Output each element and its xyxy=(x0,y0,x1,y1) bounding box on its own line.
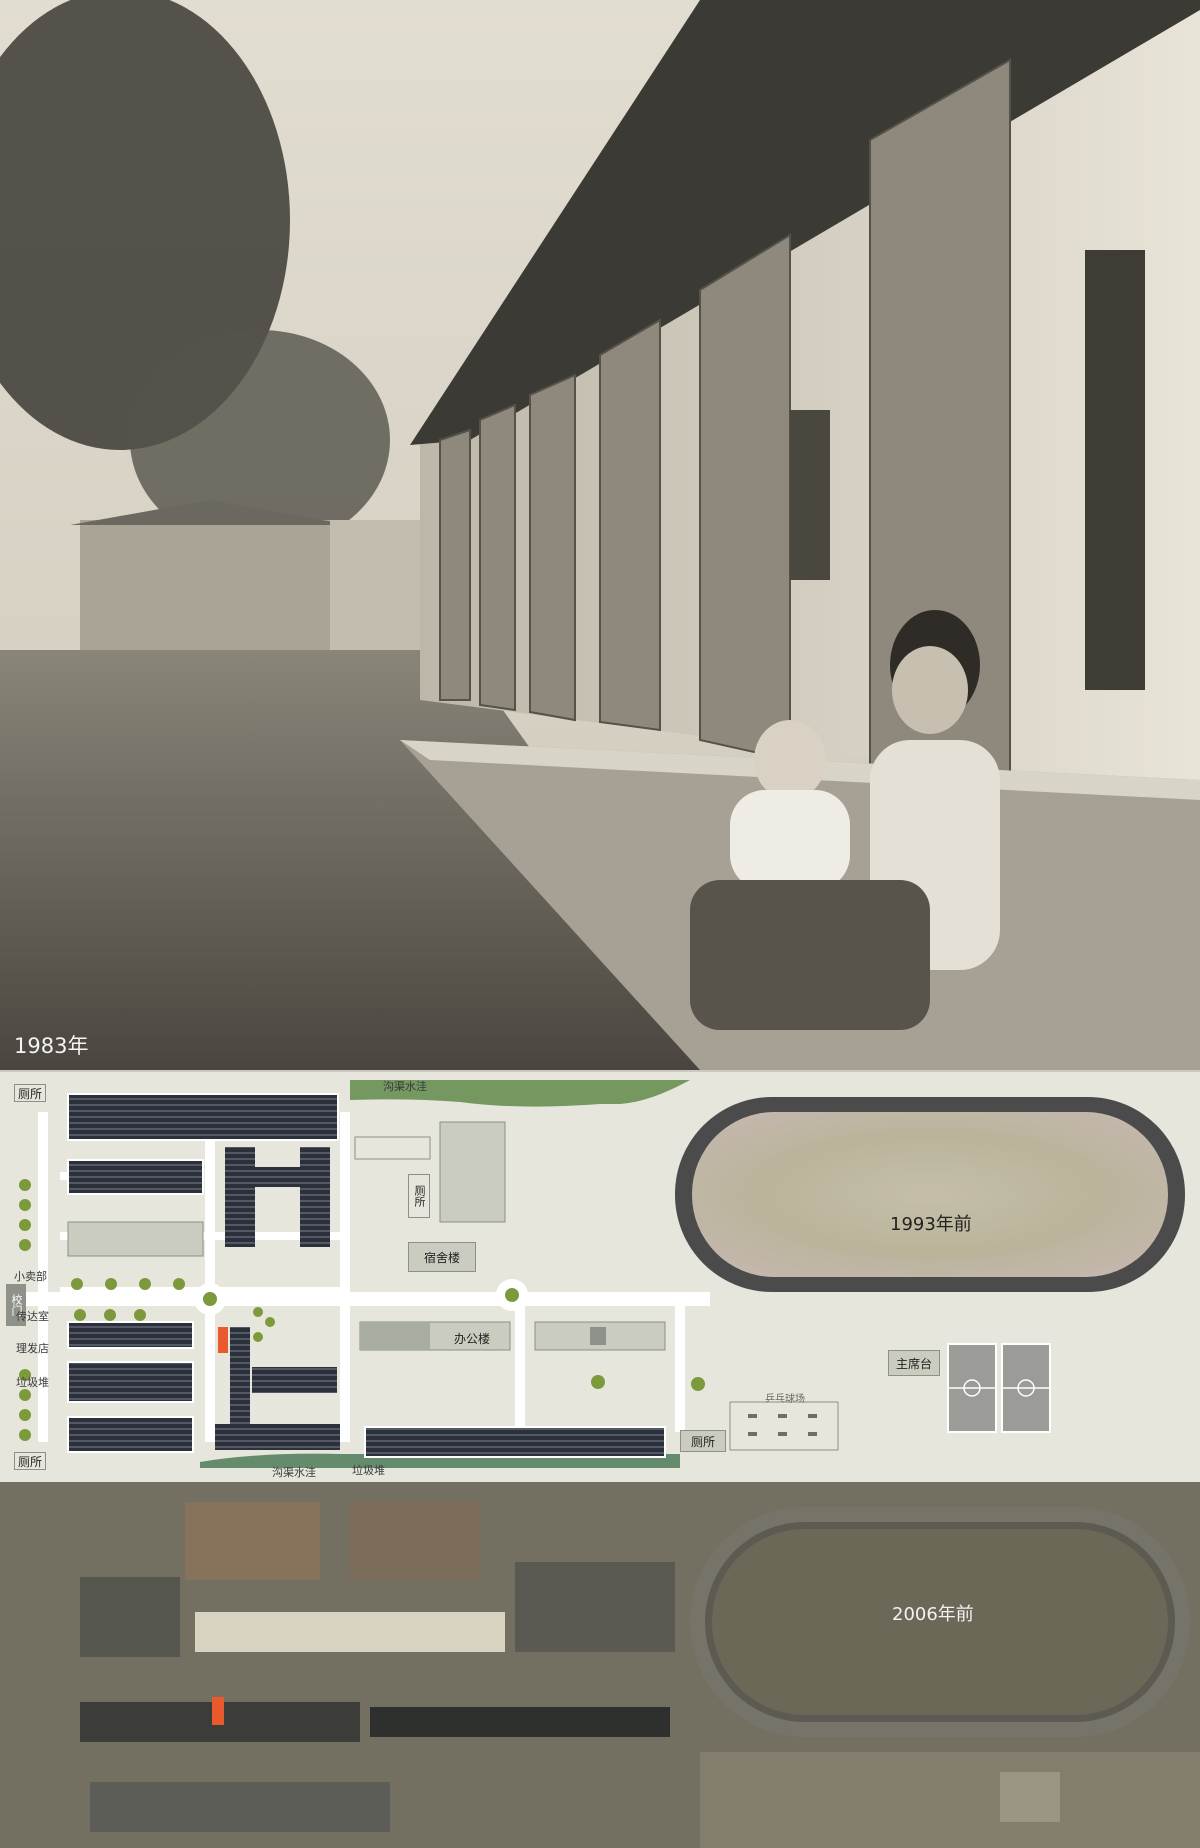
office-building-dark xyxy=(360,1322,430,1350)
campus-plan-1993-panel: 沟渠水洼 厕所 厕所 宿舍楼 小卖部 校门 传达室 理发店 垃圾堆 厕所 办公楼… xyxy=(0,1070,1200,1484)
toilet-middle: 厕所 xyxy=(408,1174,430,1218)
highlight-building xyxy=(218,1327,228,1353)
satellite-year-label: 2006年前 xyxy=(892,1604,974,1625)
tree-icon xyxy=(203,1292,217,1306)
building-h-right xyxy=(300,1147,330,1247)
photo-1983-panel: 1983年 xyxy=(0,0,1200,1070)
building-top-long xyxy=(67,1093,339,1141)
block-center-mark xyxy=(590,1327,606,1345)
satellite-2006-panel: 2006年前 xyxy=(0,1482,1200,1848)
building-low-4 xyxy=(252,1367,337,1393)
building-low-3 xyxy=(67,1416,194,1453)
pingpong-area xyxy=(729,1401,839,1451)
tree-icon xyxy=(505,1288,519,1302)
photo-year-label: 1983年 xyxy=(14,1034,89,1058)
building-low-2 xyxy=(67,1361,194,1403)
ditch-label-bottom: 沟渠水洼 xyxy=(272,1466,316,1479)
building-low-1 xyxy=(67,1321,194,1349)
satellite-image xyxy=(0,1482,1200,1848)
toilet-top-left: 厕所 xyxy=(14,1084,46,1102)
highlight-building xyxy=(212,1697,224,1725)
dorm-building: 宿舍楼 xyxy=(408,1242,476,1272)
toilet-right: 厕所 xyxy=(680,1430,726,1452)
building-row-3 xyxy=(67,1221,204,1257)
sports-field xyxy=(692,1112,1168,1277)
building-bottom-long xyxy=(364,1426,666,1458)
pingpong-label: 乒乓球场 xyxy=(765,1394,805,1405)
historic-photo xyxy=(0,0,1200,1070)
small-block-top xyxy=(354,1136,431,1160)
plan-year-label: 1993年前 xyxy=(890,1214,972,1235)
ditch-label-top: 沟渠水洼 xyxy=(383,1080,427,1093)
building-row-2 xyxy=(67,1159,204,1195)
building-h-bridge xyxy=(255,1167,300,1187)
garbage-label-bottom: 垃圾堆 xyxy=(352,1464,385,1477)
block-top-right xyxy=(439,1121,506,1223)
garbage-label-left: 垃圾堆 xyxy=(16,1376,49,1389)
barber-label: 理发店 xyxy=(16,1342,49,1355)
building-low-5 xyxy=(215,1424,340,1450)
toilet-bottom-left: 厕所 xyxy=(14,1452,46,1470)
podium: 主席台 xyxy=(888,1350,940,1376)
campus-plan-map xyxy=(10,1080,1185,1468)
office-label: 办公楼 xyxy=(454,1332,491,1346)
shop-label: 小卖部 xyxy=(14,1270,47,1283)
reception-label: 传达室 xyxy=(16,1310,49,1323)
building-h-left xyxy=(225,1147,255,1247)
